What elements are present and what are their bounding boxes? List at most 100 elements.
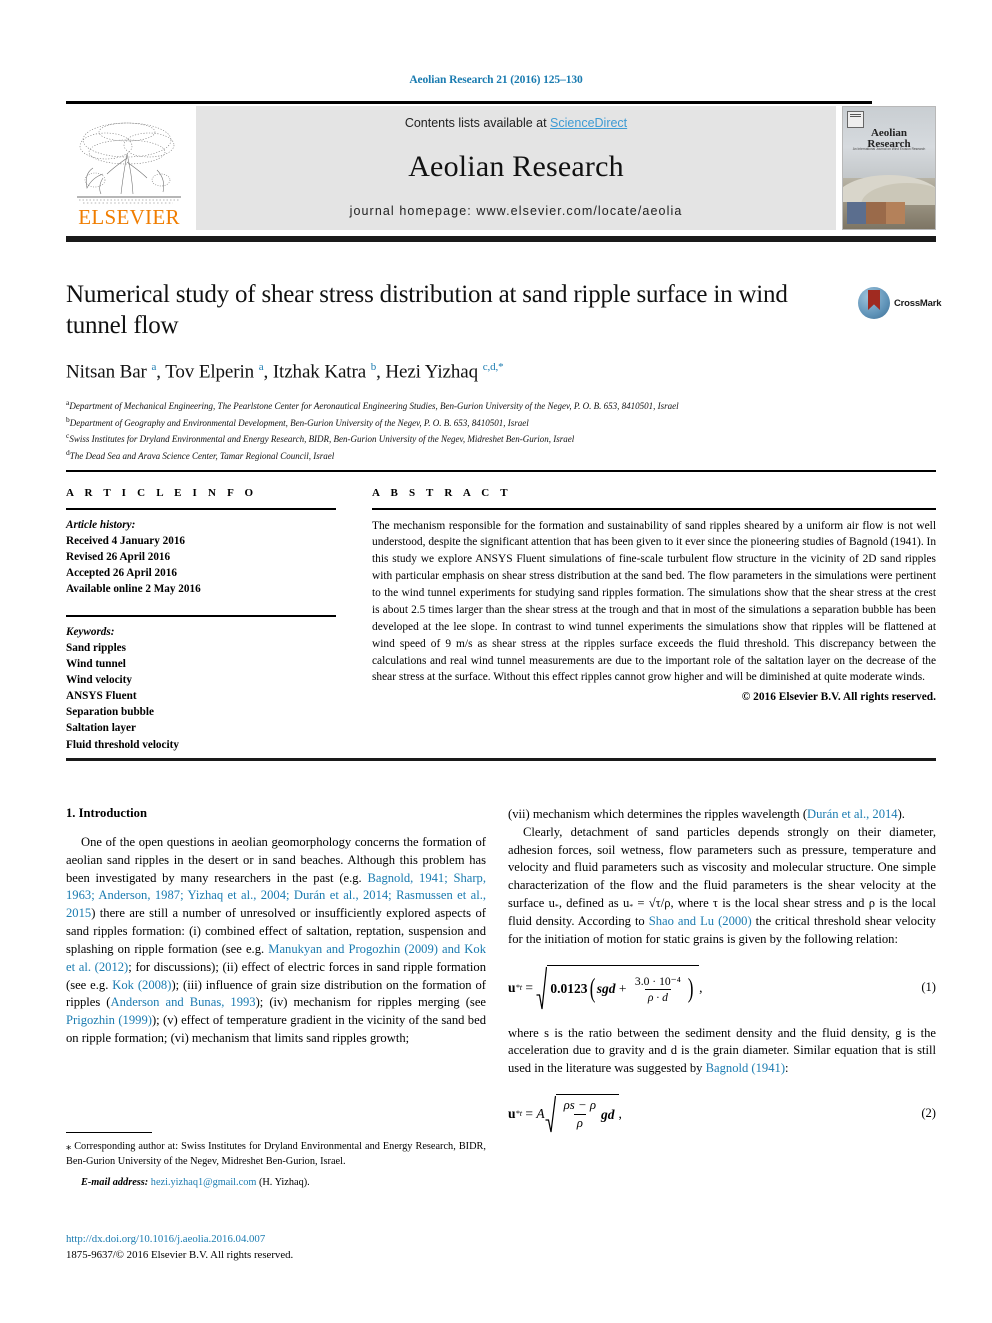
journal-cover-thumbnail[interactable]: Aeolian Research An International Journa… [842, 106, 936, 230]
corresponding-author-note: ⁎ Corresponding author at: Swiss Institu… [66, 1140, 486, 1169]
where-s-text-b: : [785, 1061, 789, 1076]
history-item: Accepted 26 April 2016 [66, 566, 177, 579]
footnote-separator [66, 1132, 152, 1133]
email-person: (H. Yizhaq). [258, 1177, 310, 1189]
cover-publisher-icon [847, 111, 864, 128]
abstract-rule [372, 508, 936, 510]
affiliation-b: bDepartment of Geography and Environment… [66, 414, 529, 428]
abstract-heading: A B S T R A C T [372, 487, 512, 499]
title-bottom-rule [66, 470, 936, 472]
keyword-items: Sand ripples Wind tunnel Wind velocity ANSY… [66, 640, 336, 753]
intro-paragraph-4: where s is the ratio between the sedimen… [508, 1025, 936, 1078]
keyword-item: Separation bubble [66, 706, 154, 719]
history-item: Revised 26 April 2016 [66, 550, 171, 563]
journal-masthead: ELSEVIER Contents lists available at Sci… [66, 101, 936, 232]
email-note: E-mail address: hezi.yizhaq1@gmail.com (… [66, 1176, 486, 1191]
affiliation-c: cSwiss Institutes for Dryland Environmen… [66, 431, 575, 445]
footer-block: http://dx.doi.org/10.1016/j.aeolia.2016.… [66, 1232, 486, 1263]
equation-1-number: (1) [921, 980, 936, 994]
detach-text-b: , defined as u [558, 896, 630, 911]
keywords-rule [66, 615, 336, 617]
paper-page: Aeolian Research 21 (2016) 125–130 ELSEV… [0, 0, 992, 1323]
affiliation-list: aDepartment of Mechanical Engineering, T… [66, 397, 846, 463]
author-list: Nitsan Bar a, Tov Elperin a, Itzhak Katr… [66, 361, 504, 383]
eq2-amplitude: A [536, 1105, 545, 1121]
affiliation-marker: d [66, 448, 70, 458]
issn-copyright-line: 1875-9637/© 2016 Elsevier B.V. All right… [66, 1248, 294, 1261]
cover-subtitle: An International Journal on Wind Erosion… [852, 147, 926, 152]
masthead-center: Contents lists available at ScienceDirec… [196, 106, 836, 230]
intro-text-e: ); (iv) mechanism for ripples merging (s… [255, 995, 486, 1010]
body-column-right: (vii) mechanism which determines the rip… [508, 806, 936, 1148]
abstract-bottom-rule [66, 758, 936, 761]
contents-line: Contents lists available at ScienceDirec… [405, 116, 627, 130]
citation-group-5[interactable]: Prigozhin (1999) [66, 1013, 152, 1027]
elsevier-logo: ELSEVIER [66, 106, 192, 230]
affiliation-a: aDepartment of Mechanical Engineering, T… [66, 398, 679, 412]
equation-1: u *t = 0.0123 ( sgd + 3.0 · 10⁻⁴ ρ · d)… [508, 964, 703, 1011]
history-item: Received 4 January 2016 [66, 534, 186, 547]
crossmark-icon [858, 287, 890, 319]
eq1-denominator: ρ · d [644, 988, 671, 1004]
email-link[interactable]: hezi.yizhaq1@gmail.com [151, 1177, 257, 1188]
running-head: Aeolian Research 21 (2016) 125–130 [409, 74, 583, 86]
article-history: Article history: Received 4 January 2016… [66, 517, 336, 598]
abstract-text: The mechanism responsible for the format… [372, 519, 937, 684]
title-block: Numerical study of shear stress distribu… [66, 280, 846, 464]
affiliation-d: dThe Dead Sea and Arava Science Center, … [66, 448, 335, 462]
keyword-item: Wind tunnel [66, 657, 126, 670]
history-items: Received 4 January 2016 Revised 26 April … [66, 533, 336, 598]
eq1-coefficient: 0.0123 [550, 980, 588, 996]
body-column-left: 1. Introduction One of the open question… [66, 806, 486, 1048]
keyword-item: Fluid threshold velocity [66, 738, 179, 751]
masthead-top-rule [66, 101, 872, 104]
crossmark-label: CrossMark [894, 297, 942, 309]
article-info-heading: A R T I C L E I N F O [66, 487, 258, 499]
page-title: Numerical study of shear stress distribu… [66, 281, 788, 339]
eq2-factor: gd [601, 1106, 615, 1122]
masthead-bottom-rule [66, 236, 936, 242]
doi-link[interactable]: http://dx.doi.org/10.1016/j.aeolia.2016.… [66, 1232, 486, 1248]
intro-paragraph-3: Clearly, detachment of sand particles de… [508, 824, 936, 946]
eq1-term1: sgd [596, 980, 616, 996]
crossmark-badge[interactable]: CrossMark [858, 286, 942, 320]
citation-duran-2014[interactable]: Durán et al., 2014 [807, 807, 898, 821]
intro-paragraph-1: One of the open questions in aeolian geo… [66, 834, 486, 1048]
citation-group-4[interactable]: Anderson and Bunas, 1993 [111, 995, 256, 1009]
equation-2-row: u *t = A ρs − ρ ρ gd , (2) [508, 1093, 936, 1134]
eq1-tail: , [699, 979, 703, 995]
sciencedirect-link[interactable]: ScienceDirect [550, 116, 627, 130]
keywords-label: Keywords: [66, 625, 115, 638]
affiliation-marker: b [66, 414, 70, 424]
journal-homepage[interactable]: journal homepage: www.elsevier.com/locat… [350, 204, 683, 218]
citation-bagnold-1941[interactable]: Bagnold (1941) [706, 1061, 785, 1075]
eq2-numerator: ρs − ρ [563, 1098, 596, 1113]
abstract-panel: A B S T R A C T The mechanism responsibl… [372, 487, 936, 703]
email-label: E-mail address: [81, 1177, 149, 1189]
intro-paragraph-2: (vii) mechanism which determines the rip… [508, 806, 936, 824]
article-history-label: Article history: [66, 518, 136, 531]
citation-shao-lu-2000[interactable]: Shao and Lu (2000) [649, 914, 752, 928]
citation-group-3[interactable]: Kok (2008) [112, 978, 171, 992]
equation-2-number: (2) [921, 1106, 936, 1121]
eq2-tail: , [618, 1105, 622, 1121]
eq2-denominator: ρ [573, 1114, 586, 1131]
keyword-item: ANSYS Fluent [66, 690, 137, 703]
keyword-item: Sand ripples [66, 641, 127, 654]
corresponding-author-text: Corresponding author at: Swiss Institute… [66, 1141, 486, 1167]
keyword-item: Wind velocity [66, 674, 132, 686]
elsevier-wordmark: ELSEVIER [78, 205, 180, 229]
eq1-numerator: 3.0 · 10⁻⁴ [634, 974, 681, 988]
affiliation-marker: c [66, 431, 70, 441]
abstract-copyright: © 2016 Elsevier B.V. All rights reserved… [741, 691, 936, 704]
journal-title: Aeolian Research [408, 150, 624, 183]
equation-2: u *t = A ρs − ρ ρ gd , [508, 1093, 622, 1134]
article-info-rule [66, 508, 336, 510]
vii-text-a: (vii) mechanism which determines the rip… [508, 807, 808, 821]
cover-title-line1: Aeolian [870, 126, 908, 139]
article-info-panel: A R T I C L E I N F O Article history: R… [66, 487, 336, 753]
footnote-block: ⁎ Corresponding author at: Swiss Institu… [66, 1140, 486, 1191]
keywords-block: Keywords: Sand ripples Wind tunnel Wind ve… [66, 624, 336, 753]
keyword-item: Saltation layer [66, 722, 136, 735]
section-heading-introduction: 1. Introduction [66, 806, 147, 820]
